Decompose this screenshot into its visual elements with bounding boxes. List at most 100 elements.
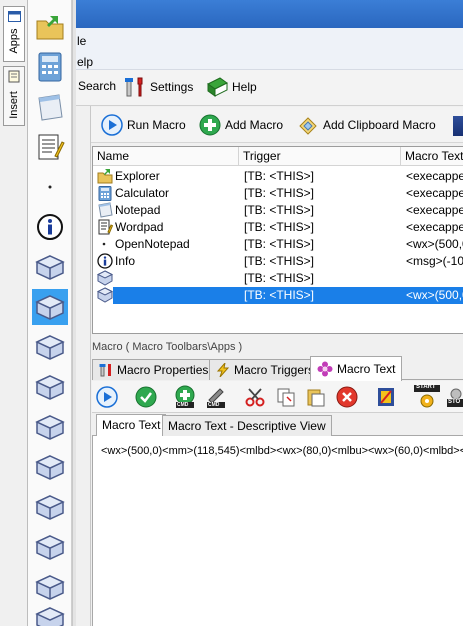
- delete-button[interactable]: [335, 385, 359, 409]
- tab-insert-label: Insert: [8, 91, 20, 119]
- row-macro-text: <execappex: [406, 169, 463, 183]
- menu-help-partial[interactable]: elp: [77, 55, 93, 69]
- help-button[interactable]: Help: [206, 76, 257, 98]
- film-icon: [378, 388, 394, 406]
- macro-toolbar-button[interactable]: [32, 605, 68, 626]
- row-trigger: [TB: <THIS>]: [244, 271, 315, 285]
- open-notepad-toolbar-button[interactable]: [32, 169, 68, 205]
- macro-toolbar-button[interactable]: [32, 449, 68, 485]
- folder-icon: [36, 16, 64, 40]
- wordpad-toolbar-button[interactable]: [32, 129, 68, 165]
- column-header-trigger[interactable]: Trigger: [239, 147, 401, 166]
- calculator-icon: [38, 52, 62, 82]
- cut-button[interactable]: [243, 385, 267, 409]
- copy-icon: [277, 388, 295, 407]
- cube-icon: [35, 255, 65, 280]
- settings-icon: [125, 77, 143, 97]
- column-header-name[interactable]: Name: [93, 147, 239, 166]
- macro-toolbar-button[interactable]: [32, 489, 68, 525]
- row-macro-text: <wx>(500,0): [406, 237, 463, 251]
- add-icon: [199, 114, 221, 136]
- cube-icon: [35, 575, 65, 600]
- macro-toolbar-button-selected[interactable]: [32, 289, 68, 325]
- tab-insert[interactable]: Insert: [3, 66, 25, 126]
- list-row-wordpad[interactable]: Wordpad [TB: <THIS>] <execappex: [93, 219, 463, 236]
- paste-button[interactable]: [304, 385, 328, 409]
- row-macro-text: <wx>(500,0): [406, 288, 463, 302]
- list-row-calculator[interactable]: Calculator [TB: <THIS>] <execappex: [93, 185, 463, 202]
- tab-macro-text[interactable]: Macro Text: [310, 356, 403, 381]
- macro-toolbar-button[interactable]: [32, 569, 68, 605]
- add-clipboard-macro-button[interactable]: Add Clipboard Macro: [297, 114, 436, 136]
- search-button[interactable]: Search: [78, 79, 116, 93]
- tab-macro-properties[interactable]: Macro Properties: [92, 359, 216, 380]
- toolbar-overflow-icon[interactable]: [453, 116, 463, 136]
- list-row-info[interactable]: Info [TB: <THIS>] <msg>(-100,-: [93, 253, 463, 270]
- add-clipboard-macro-label: Add Clipboard Macro: [323, 118, 436, 132]
- explorer-toolbar-button[interactable]: [32, 9, 68, 45]
- tab-apps-label: Apps: [8, 28, 20, 54]
- settings-button[interactable]: Settings: [124, 76, 193, 98]
- tab-macro-properties-label: Macro Properties: [117, 363, 209, 377]
- list-row-notepad[interactable]: Notepad [TB: <THIS>] <execappex: [93, 202, 463, 219]
- flower-icon: [317, 361, 333, 377]
- run-button[interactable]: [95, 385, 119, 409]
- wordpad-icon: [38, 134, 65, 160]
- small-dot-icon: [48, 185, 52, 189]
- search-label: Search: [78, 79, 117, 93]
- vertical-tab-strip: Apps Insert: [0, 0, 28, 626]
- start-button[interactable]: START: [413, 384, 441, 409]
- cube-icon: [35, 495, 65, 520]
- window-icon: [8, 11, 21, 22]
- capture-button[interactable]: [374, 385, 398, 409]
- add-command-button[interactable]: CMD: [173, 385, 197, 409]
- macro-toolbar-button[interactable]: [32, 529, 68, 565]
- help-label: Help: [232, 80, 257, 94]
- list-header: Name Trigger Macro Text: [93, 147, 463, 166]
- subtab-macro-text[interactable]: Macro Text: [96, 414, 167, 437]
- calculator-toolbar-button[interactable]: [32, 49, 68, 85]
- macro-text-toolbar: CMD CMD START STO: [92, 381, 463, 413]
- help-book-icon: [207, 77, 228, 97]
- info-toolbar-button[interactable]: [32, 209, 68, 245]
- macro-toolbar: Run Macro Add Macro Add Clipboard Macro: [91, 107, 463, 143]
- subtab-descriptive-view[interactable]: Macro Text - Descriptive View: [162, 415, 332, 436]
- macro-toolbar-button[interactable]: [32, 409, 68, 445]
- cube-icon: [35, 295, 65, 320]
- row-trigger: [TB: <THIS>]: [244, 237, 315, 251]
- macro-toolbar-button[interactable]: [32, 249, 68, 285]
- wordpad-icon: [98, 219, 113, 235]
- notepad-toolbar-button[interactable]: [32, 89, 68, 125]
- play-icon: [101, 114, 123, 136]
- macro-toolbar-button[interactable]: [32, 329, 68, 365]
- settings-icon: [99, 364, 111, 377]
- stop-button[interactable]: STO: [447, 385, 463, 409]
- macro-list[interactable]: Name Trigger Macro Text Explorer [TB: <T…: [92, 146, 463, 334]
- info-icon: [37, 214, 63, 240]
- add-macro-button[interactable]: Add Macro: [199, 114, 283, 136]
- check-button[interactable]: [134, 385, 158, 409]
- list-row-explorer[interactable]: Explorer [TB: <THIS>] <execappex: [93, 168, 463, 185]
- folder-icon: [97, 169, 113, 184]
- edit-command-button[interactable]: CMD: [204, 385, 228, 409]
- menu-file-partial[interactable]: le: [77, 34, 86, 48]
- notepad-icon: [98, 202, 113, 218]
- tab-macro-triggers[interactable]: Macro Triggers: [209, 359, 322, 380]
- tab-apps[interactable]: Apps: [3, 6, 25, 62]
- macro-toolbar-button[interactable]: [32, 369, 68, 405]
- run-macro-button[interactable]: Run Macro: [101, 114, 186, 136]
- notepad-icon: [38, 94, 63, 121]
- macro-tabs: Macro Properties Macro Triggers Macro Te…: [92, 356, 463, 381]
- notepad-small-icon: [8, 70, 20, 83]
- column-header-macro-text[interactable]: Macro Text: [401, 147, 463, 166]
- list-row-selected[interactable]: [TB: <THIS>] <wx>(500,0): [93, 287, 463, 304]
- list-row-open-notepad[interactable]: OpenNotepad [TB: <THIS>] <wx>(500,0): [93, 236, 463, 253]
- window-title-bar[interactable]: [76, 0, 463, 28]
- list-row-unnamed[interactable]: [TB: <THIS>]: [93, 270, 463, 287]
- macro-text-editor[interactable]: <wx>(500,0)<mm>(118,545)<mlbd><wx>(80,0)…: [92, 436, 463, 626]
- macro-path-label: Macro ( Macro Toolbars\Apps ): [92, 341, 243, 353]
- cube-icon: [96, 287, 114, 303]
- row-trigger: [TB: <THIS>]: [244, 288, 315, 302]
- row-macro-text: <execappex: [406, 203, 463, 217]
- copy-button[interactable]: [274, 385, 298, 409]
